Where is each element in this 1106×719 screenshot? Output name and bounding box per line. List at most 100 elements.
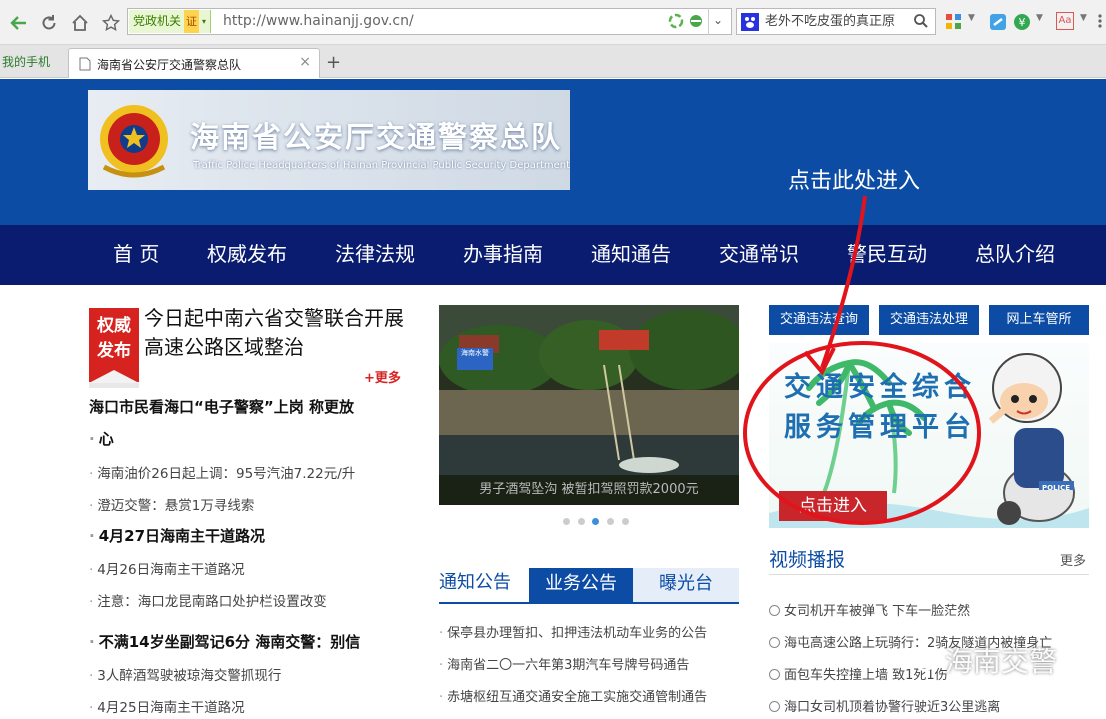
news-item[interactable]: · 3人醉酒驾驶被琼海交警抓现行: [89, 664, 281, 684]
nav-releases[interactable]: 权威发布: [207, 225, 287, 285]
bookmark-star-icon[interactable]: [98, 10, 124, 36]
news-item[interactable]: · 澄迈交警：悬赏1万寻线索: [89, 494, 254, 514]
news-item-text: 澄迈交警：悬赏1万寻线索: [97, 498, 255, 514]
bullet-icon: ·: [89, 498, 94, 514]
news-item[interactable]: 海口市民看海口“电子警察”上岗 称更放: [89, 396, 354, 417]
site-logo[interactable]: 海南省公安厅交通警察总队 Traffic Police Headquarters…: [88, 90, 570, 190]
slide-dot-active[interactable]: [592, 518, 599, 525]
tab-business[interactable]: 业务公告: [529, 568, 633, 602]
violation-query-button[interactable]: 交通违法查询: [769, 305, 869, 335]
menu-icon[interactable]: [1094, 12, 1106, 34]
news-item[interactable]: · 4月26日海南主干道路况: [89, 558, 245, 578]
dropdown-icon[interactable]: ⌄: [708, 8, 727, 35]
video-item[interactable]: 海口女司机顶着协警行驶近3公里逃离: [769, 696, 1000, 715]
back-icon[interactable]: [6, 10, 32, 36]
video-section-title: 视频播报: [769, 549, 846, 571]
police-emblem-icon: [94, 97, 174, 183]
gov-cert-badge[interactable]: 党政机关 证 ▾: [129, 10, 212, 33]
news-item-text: 3人醉酒驾驶被琼海交警抓现行: [97, 668, 282, 684]
slideshow-caption: 男子酒驾坠沟 被暂扣驾照罚款2000元: [439, 475, 739, 505]
news-item[interactable]: · 注意：海口龙昆南路口处护栏设置改变: [89, 590, 327, 610]
notice-item-text: 赤塘枢纽互通交通安全施工实施交通管制通告: [447, 690, 708, 705]
cert-label: 党政机关: [133, 14, 182, 28]
search-box[interactable]: 老外不吃皮蛋的真正原: [736, 8, 936, 35]
bullet-icon: ·: [89, 466, 94, 482]
news-item-text: 4月27日海南主干道路况: [98, 527, 266, 545]
more-link[interactable]: +更多: [364, 367, 401, 386]
chevron-down-icon[interactable]: ▼: [1080, 13, 1087, 23]
browser-tab[interactable]: 海南省公安厅交通警察总队 ×: [68, 48, 320, 78]
bullet-icon: ·: [89, 633, 95, 651]
platform-title-line1: 交通安全综合: [784, 372, 976, 403]
news-item[interactable]: · 4月27日海南主干道路况: [89, 525, 265, 546]
search-icon[interactable]: [913, 13, 929, 33]
tab-exposure[interactable]: 曝光台: [633, 568, 739, 602]
nav-interaction[interactable]: 警民互动: [847, 225, 927, 285]
bullet-icon: ·: [89, 430, 95, 448]
news-item-text: 4月26日海南主干道路况: [97, 562, 245, 578]
nav-knowledge[interactable]: 交通常识: [719, 225, 799, 285]
nav-guide[interactable]: 办事指南: [463, 225, 543, 285]
chevron-down-icon[interactable]: ▼: [1036, 13, 1043, 23]
notice-item[interactable]: · 赤塘枢纽互通交通安全施工实施交通管制通告: [439, 686, 707, 705]
news-item[interactable]: · 海南油价26日起上调：95号汽油7.22元/升: [89, 462, 355, 482]
notice-item-text: 海南省二〇一六年第3期汽车号牌号码通告: [447, 658, 690, 673]
main-nav: 首 页 权威发布 法律法规 办事指南 通知通告 交通常识 警民互动 总队介绍: [0, 225, 1106, 285]
nav-laws[interactable]: 法律法规: [335, 225, 415, 285]
slideshow-photo: [439, 305, 739, 475]
speed-icon[interactable]: [668, 13, 684, 33]
home-icon[interactable]: [67, 10, 93, 36]
slide-dot[interactable]: [563, 518, 570, 525]
my-phone-link[interactable]: 我的手机: [2, 53, 50, 70]
online-vehicle-office-button[interactable]: 网上车管所: [989, 305, 1089, 335]
violation-handle-button[interactable]: 交通违法处理: [879, 305, 979, 335]
baidu-paw-icon: [741, 13, 759, 35]
new-tab-button[interactable]: +: [326, 52, 341, 73]
url-text[interactable]: http://www.hainanjj.gov.cn/: [223, 9, 414, 34]
notice-item[interactable]: · 海南省二〇一六年第3期汽车号牌号码通告: [439, 654, 689, 673]
site-subtitle: Traffic Police Headquarters of Hainan Pr…: [193, 160, 570, 171]
news-item[interactable]: · 心: [89, 428, 114, 449]
slide-dot[interactable]: [607, 518, 614, 525]
nav-home[interactable]: 首 页: [113, 225, 159, 285]
service-platform-banner[interactable]: 交通安全综合 服务管理平台 POLICE 点击进入: [769, 343, 1089, 528]
bullet-icon: ·: [439, 690, 444, 705]
bullet-icon: ·: [439, 626, 444, 641]
news-slideshow[interactable]: 海南水警 男子酒驾坠沟 被暂扣驾照罚款2000元: [439, 305, 739, 505]
site-title: 海南省公安厅交通警察总队: [190, 120, 563, 154]
nav-notices[interactable]: 通知通告: [591, 225, 671, 285]
play-icon: [769, 701, 780, 712]
news-item[interactable]: · 不满14岁坐副驾记6分 海南交警：别信: [89, 631, 360, 652]
shield-icon[interactable]: ¥: [1012, 12, 1032, 36]
video-more-link[interactable]: 更多: [1060, 550, 1086, 569]
news-item-text: 注意：海口龙昆南路口处护栏设置改变: [97, 594, 327, 610]
notice-item[interactable]: · 保亭县办理暂扣、扣押违法机动车业务的公告: [439, 622, 707, 641]
nav-about[interactable]: 总队介绍: [975, 225, 1055, 285]
chevron-down-icon[interactable]: ▼: [968, 13, 975, 23]
site-header: 海南省公安厅交通警察总队 Traffic Police Headquarters…: [0, 79, 1106, 225]
close-icon[interactable]: ×: [299, 54, 311, 70]
bullet-icon: ·: [89, 700, 94, 716]
video-item[interactable]: 女司机开车被弹飞 下车一脸茫然: [769, 600, 970, 619]
authority-badge: 权威 发布: [89, 308, 139, 383]
news-item-text: 海南油价26日起上调：95号汽油7.22元/升: [97, 466, 356, 482]
search-input[interactable]: 老外不吃皮蛋的真正原: [765, 9, 905, 34]
address-bar[interactable]: 党政机关 证 ▾ http://www.hainanjj.gov.cn/ ⌄: [127, 8, 732, 35]
translate-icon[interactable]: Aa: [1056, 12, 1074, 30]
wechat-icon: [903, 648, 935, 671]
notice-item-text: 保亭县办理暂扣、扣押违法机动车业务的公告: [447, 626, 708, 641]
tab-notices[interactable]: 通知公告: [439, 568, 529, 602]
bullet-icon: ·: [89, 668, 94, 684]
annotation-label: 点击此处进入: [788, 169, 921, 194]
apps-grid-icon[interactable]: [945, 13, 963, 35]
refresh-icon[interactable]: [36, 10, 62, 36]
tab-title: 海南省公安厅交通警察总队: [97, 58, 242, 72]
slide-dot[interactable]: [578, 518, 585, 525]
news-item[interactable]: · 4月25日海南主干道路况: [89, 696, 245, 716]
ie-icon[interactable]: [688, 13, 704, 33]
extension-icon[interactable]: [988, 12, 1008, 36]
featured-headline[interactable]: 今日起中南六省交警联合开展高速公路区域整治: [144, 304, 414, 362]
enter-platform-button[interactable]: 点击进入: [779, 491, 887, 521]
slide-dot[interactable]: [622, 518, 629, 525]
divider: [769, 574, 1089, 575]
